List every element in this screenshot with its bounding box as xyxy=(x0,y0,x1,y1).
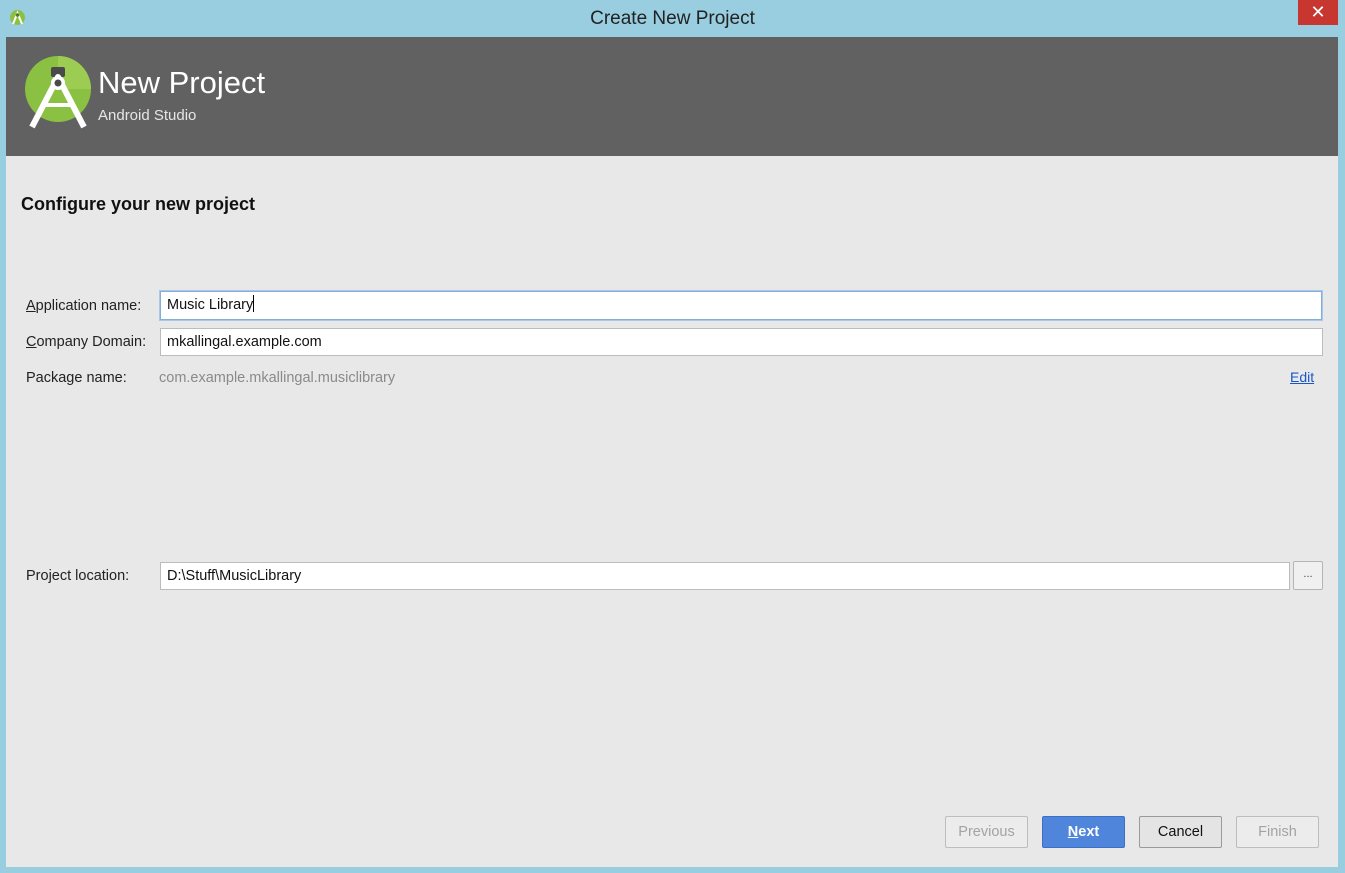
header-banner: New Project Android Studio xyxy=(6,37,1338,156)
banner-subtitle: Android Studio xyxy=(98,107,197,124)
window-title: Create New Project xyxy=(590,8,755,29)
previous-button[interactable]: Previous xyxy=(945,816,1028,848)
section-title: Configure your new project xyxy=(21,194,256,214)
package-name-value: com.example.mkallingal.musiclibrary xyxy=(159,370,396,386)
cancel-button[interactable]: Cancel xyxy=(1139,816,1222,848)
dialog-content: New Project Android Studio Configure you… xyxy=(6,37,1338,867)
application-name-input[interactable]: Music Library xyxy=(160,291,1322,320)
title-bar: Create New Project ✕ xyxy=(0,0,1345,37)
company-domain-input[interactable]: mkallingal.example.com xyxy=(160,328,1323,356)
android-studio-logo-icon xyxy=(25,56,91,129)
package-name-label: Package name: xyxy=(26,370,127,386)
company-domain-label: Company Domain: xyxy=(26,334,147,350)
close-button[interactable]: ✕ xyxy=(1298,0,1338,25)
project-location-input[interactable]: D:\Stuff\MusicLibrary xyxy=(160,562,1290,590)
project-location-label: Project location: xyxy=(26,568,130,584)
finish-button[interactable]: Finish xyxy=(1236,816,1319,848)
application-name-label: Application name: xyxy=(26,298,142,314)
browse-location-button[interactable]: ... xyxy=(1293,561,1323,590)
edit-package-link[interactable]: Edit xyxy=(1290,369,1314,385)
banner-title: New Project xyxy=(98,65,266,100)
next-button[interactable]: Next xyxy=(1042,816,1125,848)
